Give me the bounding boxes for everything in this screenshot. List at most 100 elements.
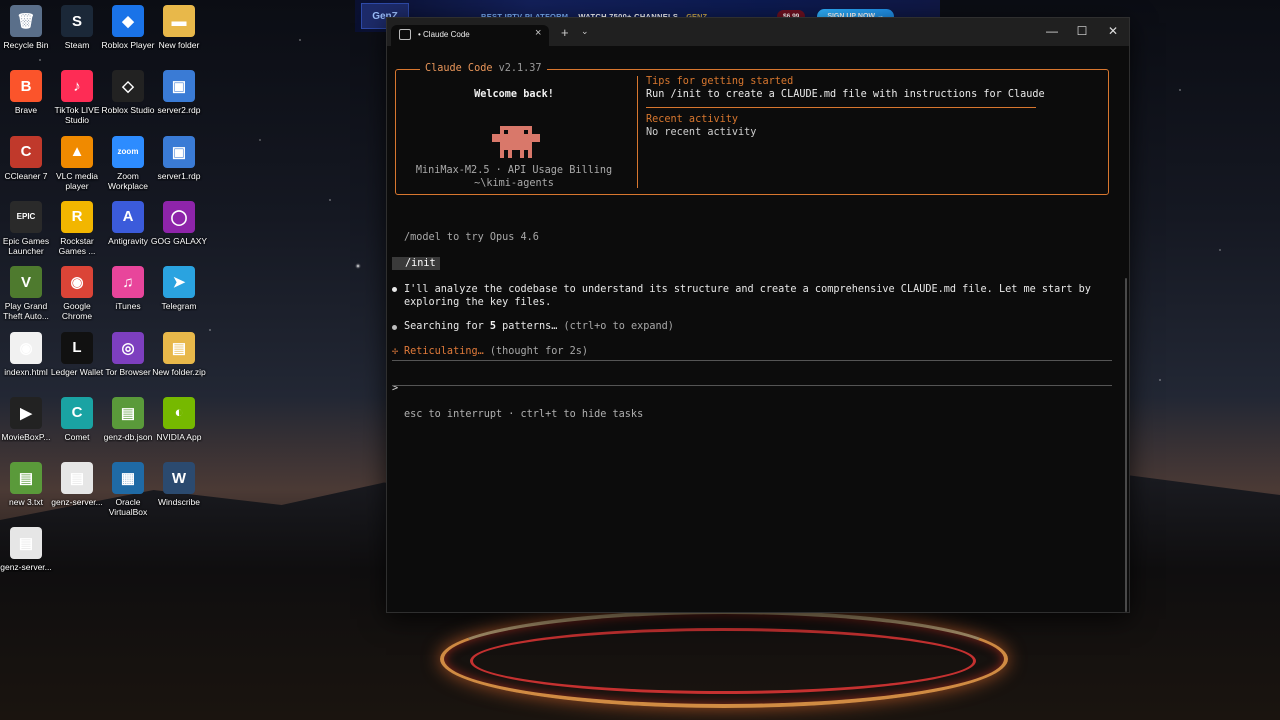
desktop-icon[interactable]: ♫ iTunes (99, 266, 157, 311)
desktop-icon-label: Brave (14, 105, 38, 116)
desktop-icon[interactable]: ▣ server1.rdp (150, 135, 208, 181)
desktop-icon-label: CCleaner 7 (4, 170, 48, 181)
app-icon: ▶ (10, 396, 42, 429)
app-icon: ♫ (112, 266, 144, 299)
desktop-icon-label: Tor Browser (105, 366, 151, 377)
desktop-icon[interactable]: ➤ Telegram (150, 266, 208, 311)
desktop-icon[interactable]: ▤ genz-db.json (99, 396, 157, 442)
app-icon: zoom (112, 135, 144, 168)
status-text: Reticulating… (404, 346, 484, 357)
desktop-icon[interactable]: ◉ indexn.html (0, 331, 55, 377)
desktop-icon[interactable]: L Ledger Wallet (48, 331, 106, 377)
app-icon: 🗑 (10, 5, 42, 37)
search-status: Searching for 5 patterns… (ctrl+o to exp… (404, 321, 674, 332)
desktop-icon[interactable]: V Play Grand Theft Auto... (0, 266, 55, 321)
desktop-icon[interactable]: ◇ Roblox Studio (99, 70, 157, 115)
terminal-titlebar[interactable]: • Claude Code × + ⌄ — ☐ ✕ (387, 18, 1129, 46)
desktop-icon[interactable]: ▤ new 3.txt (0, 462, 55, 507)
app-icon: B (10, 70, 42, 103)
app-icon: ▦ (112, 462, 144, 495)
desktop-icon[interactable]: ▤ New folder.zip (150, 331, 208, 377)
app-name: Claude Code (425, 63, 493, 74)
desktop-icon-label: Play Grand Theft Auto... (3, 301, 49, 322)
app-icon: W (163, 462, 195, 495)
maximize-button[interactable]: ☐ (1072, 24, 1092, 38)
desktop-icon[interactable]: ▬ New folder (150, 5, 208, 50)
recent-activity-body: No recent activity (646, 127, 757, 138)
terminal-content[interactable]: Claude Code v2.1.37 Welcome back! MiniMa… (387, 46, 1129, 612)
app-icon: S (61, 5, 93, 37)
desktop-icon-label: Zoom Workplace (108, 170, 148, 191)
app-icon: ▲ (61, 135, 93, 168)
desktop-icon-label: genz-server... (51, 497, 103, 508)
desktop-icon-label: New folder (158, 40, 200, 50)
user-command: /init (392, 257, 440, 270)
desktop-icon[interactable]: W Windscribe (150, 462, 208, 507)
terminal-window[interactable]: • Claude Code × + ⌄ — ☐ ✕ Claude Code v2… (386, 17, 1130, 613)
desktop-icon-label: VLC media player (55, 170, 99, 191)
desktop-icon-label: Roblox Studio (101, 105, 155, 116)
desktop-icon-label: Windscribe (157, 497, 201, 508)
tab-claude-code[interactable]: • Claude Code × (391, 25, 549, 46)
desktop-icon[interactable]: C CCleaner 7 (0, 135, 55, 181)
desktop-icon[interactable]: EPIC Epic Games Launcher (0, 200, 55, 256)
input-top-rule (392, 360, 1112, 361)
desktop-icon-label: Rockstar Games ... (58, 235, 96, 256)
minimize-button[interactable]: — (1042, 24, 1062, 38)
panel-divider-horizontal (646, 107, 1036, 108)
desktop-icon[interactable]: ◐ NVIDIA App (150, 396, 208, 442)
thinking-status: Reticulating… (thought for 2s) (404, 346, 588, 357)
model-info: MiniMax-M2.5 · API Usage Billing (415, 165, 613, 176)
app-version: v2.1.37 (498, 63, 542, 74)
desktop-icon[interactable]: ▤ genz-server... (48, 462, 106, 507)
desktop-icon[interactable]: S Steam (48, 5, 106, 50)
input-bottom-rule (392, 385, 1112, 386)
desktop-icon[interactable]: ◆ Roblox Player (99, 5, 157, 50)
desktop-icon[interactable]: ▦ Oracle VirtualBox (99, 462, 157, 517)
desktop-icon-label: Epic Games Launcher (2, 235, 50, 256)
working-directory: ~\kimi-agents (474, 178, 554, 189)
app-icon: ▤ (112, 396, 144, 429)
desktop-icon-label: server2.rdp (157, 105, 201, 116)
desktop-icon[interactable]: C Comet (48, 396, 106, 442)
desktop-icon[interactable]: B Brave (0, 70, 55, 115)
tips-body: Run /init to create a CLAUDE.md file wit… (646, 89, 1045, 100)
tab-title: • Claude Code (418, 30, 470, 39)
desktop-icon[interactable]: ◯ GOG GALAXY (150, 200, 208, 246)
new-tab-button[interactable]: + (561, 25, 569, 40)
app-icon: L (61, 331, 93, 364)
terminal-icon (399, 29, 411, 40)
desktop-icon-label: TikTok LIVE Studio (54, 105, 100, 126)
desktop-icon[interactable]: zoom Zoom Workplace (99, 135, 157, 191)
desktop-icon[interactable]: A Antigravity (99, 200, 157, 246)
welcome-panel: Claude Code v2.1.37 Welcome back! MiniMa… (395, 63, 1109, 195)
desktop-icon[interactable]: ▤ genz-server... (0, 527, 55, 572)
app-icon: ▤ (163, 331, 195, 364)
tips-heading: Tips for getting started (646, 76, 794, 87)
desktop-icon-label: Recycle Bin (3, 40, 49, 50)
tab-dropdown-button[interactable]: ⌄ (581, 26, 589, 37)
search-suffix: patterns… (496, 321, 558, 332)
mascot-icon (492, 126, 540, 158)
scrollbar[interactable] (1125, 278, 1127, 612)
desktop-icon[interactable]: ◎ Tor Browser (99, 331, 157, 377)
app-icon: A (112, 200, 144, 233)
desktop-icon-label: MovieBoxP... (1, 431, 51, 442)
desktop-icon[interactable]: ♪ TikTok LIVE Studio (48, 70, 106, 125)
app-icon: ◯ (163, 200, 195, 233)
panel-divider-vertical (637, 76, 638, 188)
desktop-icon[interactable]: 🗑 Recycle Bin (0, 5, 55, 50)
desktop-icon[interactable]: ▣ server2.rdp (150, 70, 208, 115)
desktop-icon[interactable]: ◉ Google Chrome (48, 266, 106, 321)
desktop-icon-label: Ledger Wallet (50, 366, 104, 377)
desktop-icon[interactable]: ▶ MovieBoxP... (0, 396, 55, 442)
close-button[interactable]: ✕ (1103, 24, 1123, 38)
desktop-icon[interactable]: ▲ VLC media player (48, 135, 106, 191)
recent-activity-heading: Recent activity (646, 114, 739, 125)
welcome-text: Welcome back! (474, 89, 554, 100)
desktop-icon-label: Comet (64, 431, 90, 442)
tab-close-button[interactable]: × (535, 27, 541, 39)
desktop-icon[interactable]: R Rockstar Games ... (48, 200, 106, 256)
desktop-icon-label: server1.rdp (157, 170, 201, 181)
footer-hint: esc to interrupt · ctrl+t to hide tasks (404, 409, 644, 420)
